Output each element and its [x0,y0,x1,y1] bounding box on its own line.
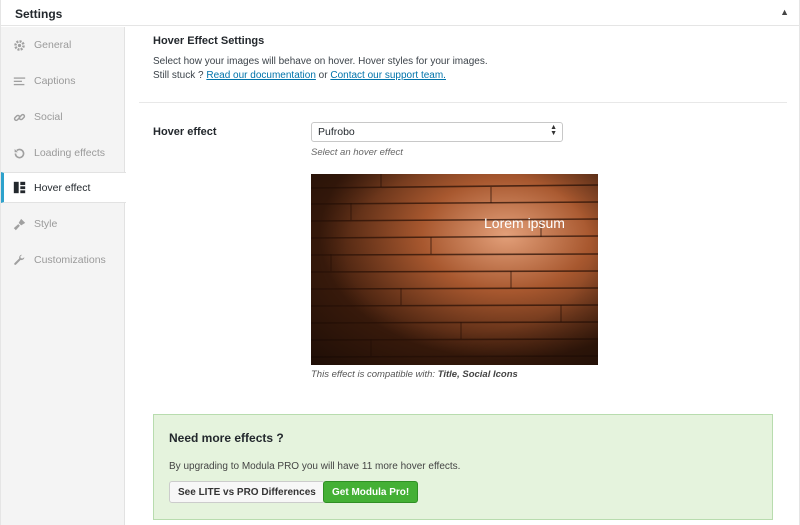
wood-planks-image [311,174,598,365]
wrench-icon [12,253,26,267]
sidebar-item-loading-effects[interactable]: Loading effects [1,135,124,171]
help-prefix: Still stuck ? [153,70,207,81]
compatibility-items: Title, Social Icons [437,369,518,380]
hover-effect-label: Hover effect [153,126,217,138]
section-divider [139,102,787,103]
collapse-toggle-icon[interactable]: ▲ [780,7,789,17]
sidebar-item-general[interactable]: General [1,27,124,63]
brush-icon [12,217,26,231]
hover-effect-preview-image: Lorem ipsum [311,174,598,365]
sidebar-item-style[interactable]: Style [1,206,124,242]
settings-sidebar: General Captions Social Loading effects … [1,27,126,525]
support-link[interactable]: Contact our support team. [330,70,446,81]
sidebar-item-label: Style [34,218,58,230]
panel-header: Settings ▲ [1,0,799,26]
sidebar-item-label: Social [34,111,63,123]
gear-icon [12,38,26,52]
panel-title: Settings [15,7,63,21]
upgrade-title: Need more effects ? [169,431,284,445]
link-icon [12,110,26,124]
sidebar-item-label: Loading effects [34,147,106,159]
compatibility-note: This effect is compatible with: Title, S… [311,369,518,380]
select-arrows-icon: ▲ ▼ [550,124,557,137]
lines-icon [12,74,26,88]
get-pro-button[interactable]: Get Modula Pro! [323,481,419,503]
sidebar-item-social[interactable]: Social [1,99,124,135]
section-title: Hover Effect Settings [153,35,265,47]
description-line: Select how your images will behave on ho… [153,56,488,67]
sidebar-item-captions[interactable]: Captions [1,63,124,99]
sidebar-item-hover-effect[interactable]: Hover effect [1,172,126,203]
sidebar-item-customizations[interactable]: Customizations [1,242,124,278]
settings-panel: Settings ▲ General Captions Social Loadi… [0,0,800,525]
refresh-icon [12,146,26,160]
layout-icon [12,181,26,195]
settings-content: Hover Effect Settings Select how your im… [125,27,800,525]
hover-effect-hint: Select an hover effect [311,147,403,158]
preview-caption: Lorem ipsum [484,215,565,231]
sidebar-item-label: General [34,39,72,51]
sidebar-item-label: Hover effect [34,181,91,194]
hover-effect-select[interactable]: Pufrobo ▲ ▼ [311,122,563,142]
help-line: Still stuck ? Read our documentation or … [153,69,673,83]
sidebar-item-label: Customizations [34,254,106,266]
section-description: Select how your images will behave on ho… [153,55,673,83]
help-or: or [315,70,331,81]
select-value: Pufrobo [318,126,355,138]
upgrade-notice: Need more effects ? By upgrading to Modu… [153,414,773,520]
sidebar-item-label: Captions [34,75,76,87]
documentation-link[interactable]: Read our documentation [206,70,316,81]
upgrade-text: By upgrading to Modula PRO you will have… [169,461,461,472]
compatibility-prefix: This effect is compatible with: [311,369,438,380]
compare-versions-button[interactable]: See LITE vs PRO Differences [169,481,325,503]
